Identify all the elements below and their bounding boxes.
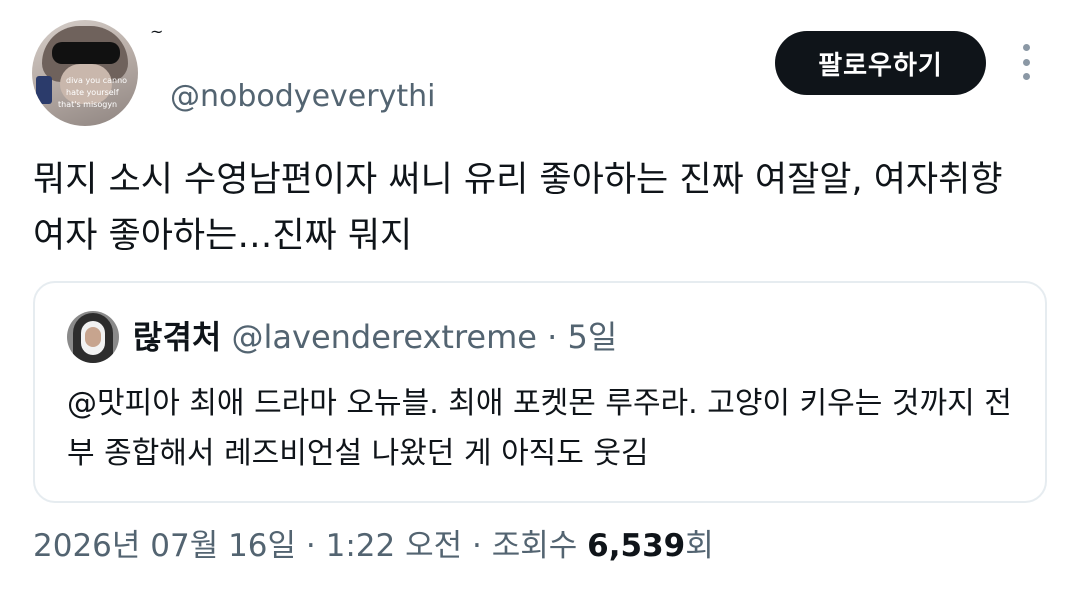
- meta-separator: ·: [305, 528, 316, 564]
- avatar-phone: [36, 76, 52, 104]
- avatar-sunglasses: [52, 42, 120, 64]
- quote-timestamp[interactable]: 5일: [567, 318, 617, 356]
- more-dot: [1022, 58, 1030, 66]
- tweet-date[interactable]: 2026년 07월 16일: [33, 528, 296, 564]
- quote-display-name[interactable]: 랂겪처: [133, 318, 221, 356]
- avatar-caption-line: hate yourself: [66, 88, 119, 97]
- author-handle[interactable]: @nobodyeverythi: [170, 78, 435, 116]
- quote-separator: ·: [547, 318, 558, 356]
- quote-avatar[interactable]: [67, 311, 119, 363]
- quote-header: 랂겪처 @lavenderextreme · 5일: [133, 317, 617, 357]
- more-vertical-icon[interactable]: [1016, 44, 1036, 80]
- more-dot: [1022, 73, 1030, 80]
- avatar-caption-line: diva you canno: [66, 76, 128, 85]
- tweet-text: 뭐지 소시 수영남편이자 써니 유리 좋아하는 진짜 여잘알, 여자취향여자 좋…: [33, 160, 1003, 256]
- quote-avatar-face: [85, 327, 101, 347]
- quote-tweet-card[interactable]: 랂겪처 @lavenderextreme · 5일 @맛피아 최애 드라마 오뉴…: [33, 281, 1047, 503]
- quote-handle[interactable]: @lavenderextreme: [232, 318, 537, 356]
- tweet-meta: 2026년 07월 16일 · 1:22 오전 · 조회수 6,539회: [33, 524, 714, 568]
- meta-separator: ·: [472, 528, 482, 564]
- tweet-time[interactable]: 1:22 오전: [326, 528, 463, 564]
- views-count: 6,539: [587, 528, 686, 564]
- avatar[interactable]: diva you canno hate yourself that's miso…: [32, 20, 138, 126]
- display-name-emoji: ~: [150, 22, 164, 41]
- avatar-caption-line: that's misogyn: [58, 100, 118, 109]
- more-dot: [1022, 44, 1030, 51]
- follow-button[interactable]: 팔로우하기: [775, 31, 986, 95]
- views-label: 조회수: [491, 528, 578, 564]
- quote-text: @맛피아 최애 드라마 오뉴블. 최애 포켓몬 루주라. 고양이 키우는 것까지…: [67, 386, 1012, 471]
- views-suffix: 회: [685, 528, 714, 564]
